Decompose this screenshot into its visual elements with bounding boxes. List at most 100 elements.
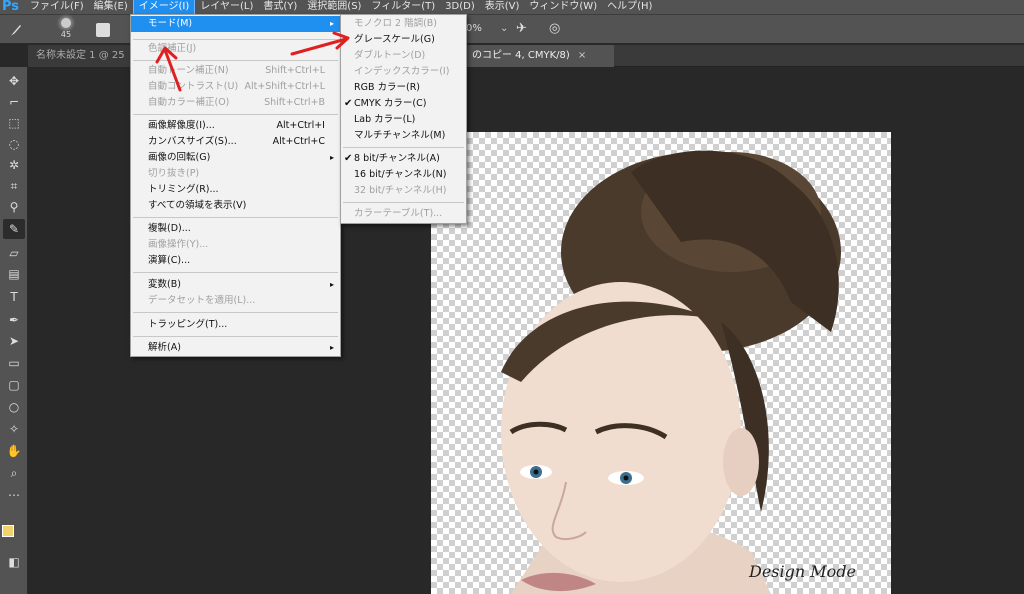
brush-size-picker[interactable]: 45: [56, 18, 76, 39]
menu-item-label: 自動トーン補正(N): [148, 65, 229, 76]
menu-item-auto-color[interactable]: 自動カラー補正(O) Shift+Ctrl+B: [131, 95, 340, 111]
menu-item-lab-color[interactable]: Lab カラー(L): [341, 112, 466, 128]
brush-size-value: 45: [60, 30, 72, 39]
menu-item-cmyk-color[interactable]: ✔ CMYK カラー(C): [341, 96, 466, 112]
quick-mask-icon[interactable]: ◧: [3, 552, 25, 572]
menu-select[interactable]: 選択範囲(S): [302, 0, 366, 14]
menu-item-analysis[interactable]: 解析(A) ▸: [131, 340, 340, 356]
menu-item-apply-data-set[interactable]: データセットを適用(L)...: [131, 293, 340, 309]
brush-panel-icon[interactable]: [96, 23, 110, 37]
menu-separator: [133, 114, 338, 115]
flow-value[interactable]: 0%: [466, 23, 482, 34]
gradient-icon[interactable]: ▤: [3, 264, 25, 284]
menu-type[interactable]: 書式(Y): [258, 0, 302, 14]
menu-item-label: 画像解像度(I)...: [148, 120, 215, 131]
airbrush-icon[interactable]: ✈: [516, 21, 527, 36]
move-icon[interactable]: ✥: [3, 71, 25, 91]
menu-separator: [133, 312, 338, 313]
tab-active-document[interactable]: のコピー 4, CMYK/8) ×: [464, 45, 614, 67]
pen-icon[interactable]: ✒: [3, 310, 25, 330]
hand-icon[interactable]: ✋: [3, 441, 25, 461]
menu-item-label: CMYK カラー(C): [354, 98, 427, 109]
brush-tool-preset-icon[interactable]: [8, 22, 24, 38]
menu-item-label: 演算(C)...: [148, 255, 191, 266]
menu-item-color-table[interactable]: カラーテーブル(T)...: [341, 206, 466, 222]
chevron-down-icon[interactable]: ⌄: [500, 23, 508, 34]
menu-item-variables[interactable]: 変数(B) ▸: [131, 277, 340, 293]
menu-item-trap[interactable]: トラッピング(T)...: [131, 317, 340, 333]
menu-image[interactable]: イメージ(I): [132, 0, 196, 15]
close-icon[interactable]: ×: [578, 50, 586, 61]
eyedropper-icon[interactable]: ⚲: [3, 197, 25, 217]
menu-item-image-rotation[interactable]: 画像の回転(G) ▸: [131, 150, 340, 166]
menu-item-shortcut: Alt+Ctrl+I: [276, 120, 326, 131]
menu-item-label: 画像の回転(G): [148, 152, 211, 163]
menu-item-mode[interactable]: モード(M) ▸: [131, 16, 340, 32]
menu-item-reveal-all[interactable]: すべての領域を表示(V): [131, 198, 340, 214]
menu-item-32bit[interactable]: 32 bit/チャンネル(H): [341, 183, 466, 199]
menu-help[interactable]: ヘルプ(H): [602, 0, 657, 14]
rounded-rect-icon[interactable]: ▢: [3, 375, 25, 395]
menu-separator: [343, 202, 464, 203]
custom-shape-icon[interactable]: ✧: [3, 419, 25, 439]
menu-item-canvas-size[interactable]: カンバスサイズ(S)... Alt+Ctrl+C: [131, 134, 340, 150]
menu-item-label: 自動コントラスト(U): [148, 81, 239, 92]
menu-view[interactable]: 表示(V): [480, 0, 525, 14]
artboard-icon[interactable]: ⌐: [3, 92, 25, 112]
submenu-arrow-icon: ▸: [329, 280, 334, 289]
menu-item-multichannel[interactable]: マルチチャンネル(M): [341, 128, 466, 144]
ellipse-icon[interactable]: ○: [3, 397, 25, 417]
menu-item-16bit[interactable]: 16 bit/チャンネル(N): [341, 167, 466, 183]
pressure-icon[interactable]: ◎: [549, 21, 560, 36]
menu-item-label: モード(M): [148, 18, 193, 29]
menu-separator: [133, 336, 338, 337]
foreground-color-swatch[interactable]: [2, 525, 14, 537]
menu-item-label: トリミング(R)...: [148, 184, 219, 195]
menu-bar: Ps ファイル(F) 編集(E) イメージ(I) レイヤー(L) 書式(Y) 選…: [0, 0, 1024, 15]
menu-window[interactable]: ウィンドウ(W): [524, 0, 602, 14]
menu-item-shortcut: Shift+Ctrl+B: [264, 97, 325, 108]
menu-edit[interactable]: 編集(E): [89, 0, 133, 14]
menu-layer[interactable]: レイヤー(L): [195, 0, 258, 14]
checkmark-icon: ✔: [344, 98, 353, 109]
type-icon[interactable]: T: [3, 287, 25, 307]
menu-item-auto-contrast[interactable]: 自動コントラスト(U) Alt+Shift+Ctrl+L: [131, 79, 340, 95]
magic-wand-icon[interactable]: ✲: [3, 155, 25, 175]
menu-item-label: 自動カラー補正(O): [148, 97, 230, 108]
menu-item-bitmap[interactable]: モノクロ 2 階調(B): [341, 16, 466, 32]
eraser-icon[interactable]: ▱: [3, 243, 25, 263]
menu-3d[interactable]: 3D(D): [440, 0, 480, 14]
menu-item-label: 8 bit/チャンネル(A): [354, 153, 440, 164]
rectangle-icon[interactable]: ▭: [3, 353, 25, 373]
document-canvas[interactable]: Design Mode: [431, 132, 891, 594]
menu-item-8bit[interactable]: ✔ 8 bit/チャンネル(A): [341, 151, 466, 167]
menu-item-label: Lab カラー(L): [354, 114, 416, 125]
menu-item-adjustments[interactable]: 色調補正(J): [131, 41, 340, 57]
menu-item-apply-image[interactable]: 画像操作(Y)...: [131, 237, 340, 253]
menu-item-calculations[interactable]: 演算(C)...: [131, 253, 340, 269]
tools-panel: ✥ ⌐ ⬚ ◌ ✲ ⌗ ⚲ ✎ ▱ ▤ T ✒ ➤ ▭ ▢ ○ ✧ ✋ ⌕ ⋯ …: [0, 67, 28, 594]
lasso-icon[interactable]: ◌: [3, 134, 25, 154]
brush-icon[interactable]: ✎: [3, 219, 25, 239]
menu-item-duotone[interactable]: ダブルトーン(D): [341, 48, 466, 64]
menu-item-indexed-color[interactable]: インデックスカラー(I): [341, 64, 466, 80]
more-tools-icon[interactable]: ⋯: [3, 485, 25, 505]
menu-item-trim[interactable]: トリミング(R)...: [131, 182, 340, 198]
menu-item-image-size[interactable]: 画像解像度(I)... Alt+Ctrl+I: [131, 118, 340, 134]
menu-item-crop[interactable]: 切り抜き(P): [131, 166, 340, 182]
zoom-icon[interactable]: ⌕: [3, 463, 25, 483]
marquee-icon[interactable]: ⬚: [3, 113, 25, 133]
path-select-icon[interactable]: ➤: [3, 331, 25, 351]
menu-item-grayscale[interactable]: グレースケール(G): [341, 32, 466, 48]
crop-icon[interactable]: ⌗: [3, 176, 25, 196]
menu-item-rgb-color[interactable]: RGB カラー(R): [341, 80, 466, 96]
menu-item-auto-tone[interactable]: 自動トーン補正(N) Shift+Ctrl+L: [131, 63, 340, 79]
menu-separator: [133, 217, 338, 218]
menu-item-shortcut: Alt+Shift+Ctrl+L: [244, 81, 325, 92]
menu-file[interactable]: ファイル(F): [25, 0, 89, 14]
watermark-signature: Design Mode: [749, 562, 856, 581]
menu-item-label: グレースケール(G): [354, 34, 435, 45]
menu-item-duplicate[interactable]: 複製(D)...: [131, 221, 340, 237]
menu-item-label: 色調補正(J): [148, 43, 197, 54]
menu-filter[interactable]: フィルター(T): [366, 0, 440, 14]
